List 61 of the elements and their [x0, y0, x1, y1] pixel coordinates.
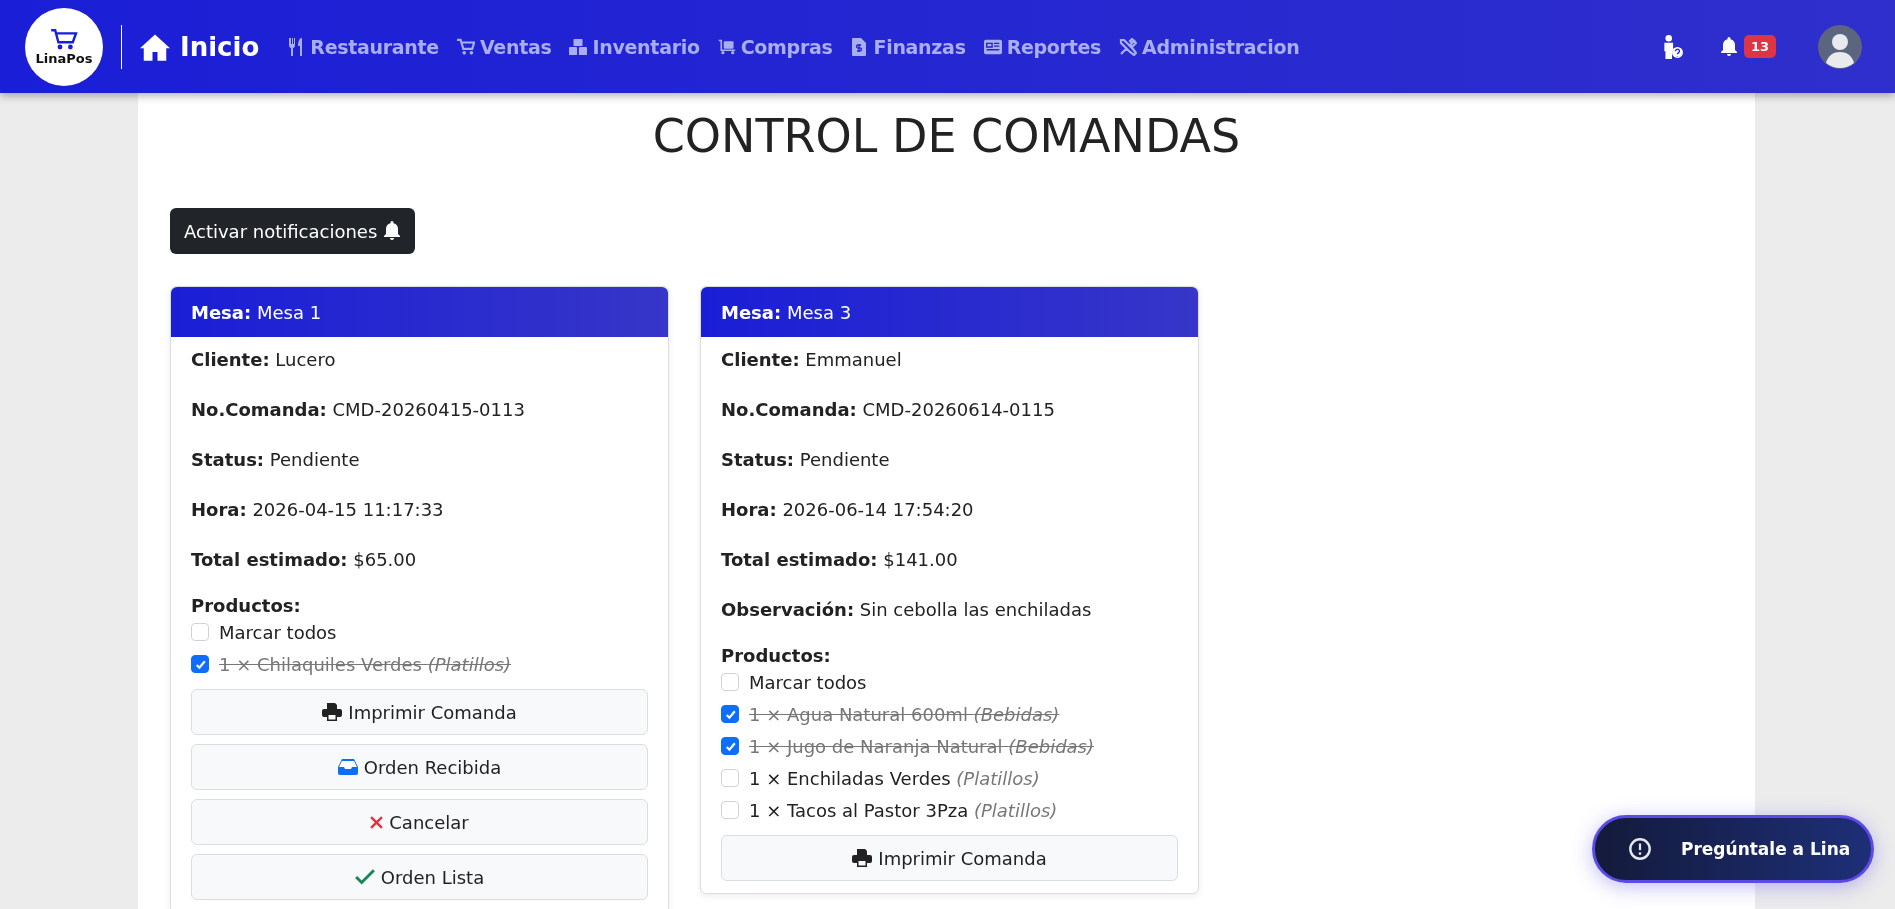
bell-icon	[383, 221, 402, 241]
select-all-label: Marcar todos	[219, 621, 337, 643]
action-button[interactable]: Orden Recibida	[191, 744, 648, 790]
printer-icon	[852, 849, 873, 867]
house-icon	[140, 32, 170, 61]
order-field: No.Comanda: CMD-20260415-0113	[191, 399, 648, 421]
tools-icon	[1119, 37, 1138, 56]
product-item: 1 × Chilaquiles Verdes (Platillos)	[219, 653, 512, 675]
menu-link[interactable]: Inventario	[569, 35, 700, 58]
action-button[interactable]: Imprimir Comanda	[191, 689, 648, 735]
table-name: Mesa: Mesa 3	[721, 301, 852, 323]
cart-icon	[456, 37, 475, 56]
boxes-icon	[569, 37, 588, 56]
document-icon	[850, 37, 869, 56]
checkbox[interactable]	[191, 655, 209, 673]
notification-count: 13	[1743, 35, 1776, 58]
action-button[interactable]: Cancelar	[191, 799, 648, 845]
printer-icon	[322, 703, 343, 721]
checkbox[interactable]	[721, 705, 739, 723]
products-label: Productos:	[721, 645, 832, 666]
newspaper-icon	[983, 37, 1002, 56]
logo-text: LinaPos	[35, 51, 93, 66]
order-field: No.Comanda: CMD-20260614-0115	[721, 399, 1178, 421]
notifications-button[interactable]: Activar notificaciones	[170, 208, 416, 254]
avatar-icon[interactable]	[1818, 24, 1862, 69]
menu-link[interactable]: Reportes	[983, 35, 1102, 58]
select-all-label: Marcar todos	[749, 671, 867, 693]
close-icon	[370, 815, 384, 829]
inbox-icon	[337, 758, 358, 776]
order-field: Hora: 2026-06-14 17:54:20	[721, 499, 1178, 521]
order-field: Status: Pendiente	[191, 449, 648, 471]
order-field: Cliente: Lucero	[191, 349, 648, 371]
table-name: Mesa: Mesa 1	[191, 301, 322, 323]
home-link[interactable]: Inicio	[140, 31, 260, 62]
order-field: Cliente: Emmanuel	[721, 349, 1178, 371]
menu-link[interactable]: Administracion	[1119, 35, 1300, 58]
page-title: CONTROL DE COMANDAS	[651, 108, 1242, 165]
checkmark-icon	[354, 868, 375, 886]
order-field: Hora: 2026-04-15 11:17:33	[191, 499, 648, 521]
logo[interactable]: LinaPos	[25, 7, 103, 86]
bell-icon[interactable]	[1719, 36, 1738, 57]
menu-link[interactable]: Compras	[717, 35, 833, 58]
product-item: 1 × Agua Natural 600ml (Bebidas)	[749, 703, 1060, 725]
order-field: Total estimado: $65.00	[191, 549, 648, 571]
action-button[interactable]: Orden Lista	[191, 854, 648, 900]
assistant-button[interactable]: Pregúntale a Lina	[1592, 815, 1874, 883]
action-button[interactable]: Imprimir Comanda	[721, 835, 1178, 881]
menu-link[interactable]: Restaurante	[287, 35, 439, 58]
checkbox[interactable]	[721, 737, 739, 755]
cart-icon	[48, 27, 80, 51]
product-item: 1 × Enchiladas Verdes (Platillos)	[749, 767, 1040, 789]
alert-circle-icon	[1629, 838, 1651, 860]
menu-link[interactable]: Ventas	[456, 35, 552, 58]
product-item: 1 × Jugo de Naranja Natural (Bebidas)	[749, 735, 1094, 757]
products-label: Productos:	[191, 595, 302, 616]
order-field: Total estimado: $141.00	[721, 549, 1178, 571]
menu-link[interactable]: Finanzas	[850, 35, 966, 58]
dolly-icon	[717, 37, 736, 56]
product-item: 1 × Tacos al Pastor 3Pza (Platillos)	[749, 799, 1058, 821]
order-field: Status: Pendiente	[721, 449, 1178, 471]
order-field: Observación: Sin cebolla las enchiladas	[721, 599, 1178, 621]
